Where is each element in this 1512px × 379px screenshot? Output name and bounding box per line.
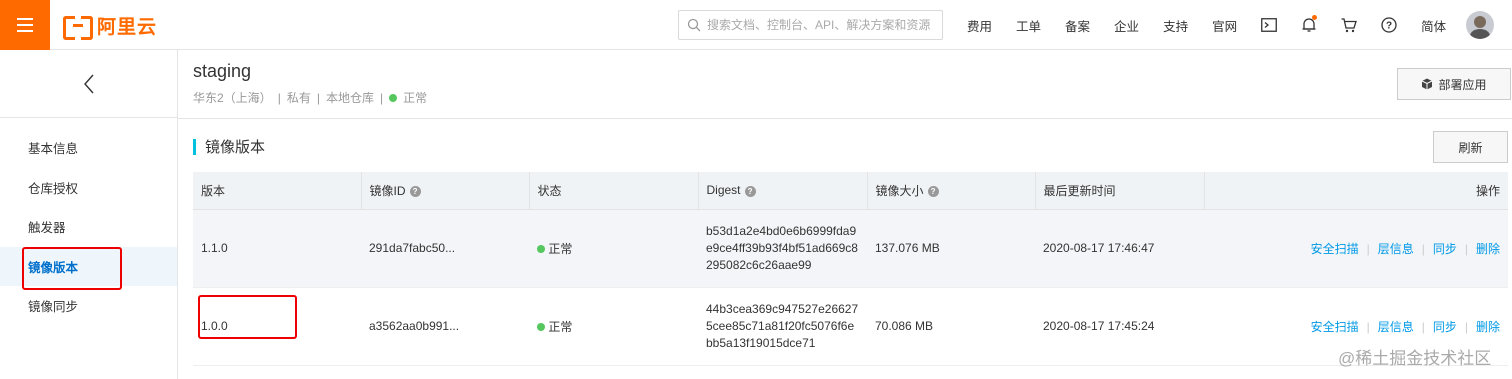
status-cell: 正常 [529,209,698,288]
search-icon [687,18,701,32]
top-navigation-bar: 阿里云 费用 工单 备案 企业 支持 官网 ? 简体 [0,0,1512,50]
nav-fees[interactable]: 费用 [955,16,1004,35]
version-cell: 1.0.0 [193,287,361,366]
page-title: staging [193,61,252,81]
notification-dot [1312,15,1318,20]
col-actions: 操作 [1204,172,1508,210]
actions-cell: 安全扫描 | 层信息 | 同步 | 删除 [1204,209,1508,288]
sidebar-item-image-versions[interactable]: 镜像版本 [0,246,177,289]
meta-divider: | [379,90,384,105]
table-header-row: 版本 镜像ID? 状态 Digest? 镜像大小? 最后更新时间 操作 [193,172,1508,210]
top-nav: 费用 工单 备案 企业 支持 官网 ? 简体 [955,0,1495,50]
image-versions-section: 镜像版本 刷新 [193,131,1512,163]
delete-link[interactable]: 删除 [1476,242,1500,256]
image-versions-table: 版本 镜像ID? 状态 Digest? 镜像大小? 最后更新时间 操作 1.1.… [193,172,1508,366]
col-image-id: 镜像ID? [361,172,530,210]
col-updated: 最后更新时间 [1035,172,1205,210]
nav-support[interactable]: 支持 [1151,16,1200,35]
repo-status: 正常 [403,91,428,105]
watermark: @稀土掘金技术社区 [1338,349,1492,368]
help-icon[interactable]: ? [1369,0,1409,50]
security-scan-link[interactable]: 安全扫描 [1311,320,1359,334]
nav-enterprise[interactable]: 企业 [1102,16,1151,35]
help-icon[interactable]: ? [744,185,756,197]
image-id-cell: a3562aa0b991... [361,287,529,366]
language-switch[interactable]: 简体 [1409,16,1458,35]
table-row: 1.0.0 a3562aa0b991... 正常 44b3cea369c9475… [193,287,1508,366]
col-status: 状态 [529,172,699,210]
help-icon[interactable]: ? [409,186,421,198]
status-dot [537,322,545,331]
meta-divider: | [277,90,281,105]
cube-icon [1422,78,1433,90]
col-version: 版本 [193,172,362,210]
section-title: 镜像版本 [193,131,1512,161]
digest-cell: b53d1a2e4bd0e6b6999fda9 e9ce4ff39b93f4bf5… [698,209,867,288]
help-icon[interactable]: ? [927,186,939,198]
chevron-left-icon [83,74,94,93]
repo-header: staging 华东2（上海） | 私有 | 本地仓库 | 正常 部署应用 [178,50,1512,119]
sidebar-item-basic-info[interactable]: 基本信息 [0,128,177,168]
nav-tickets[interactable]: 工单 [1004,16,1053,35]
sidebar-menu: 基本信息 仓库授权 触发器 镜像版本 镜像同步 [0,118,177,326]
updated-cell: 2020-08-17 17:46:47 [1035,209,1204,288]
sidebar-item-triggers[interactable]: 触发器 [0,207,177,247]
repo-meta: 华东2（上海） | 私有 | 本地仓库 | 正常 [193,89,427,106]
digest-cell: 44b3cea369c947527e26627 5cee85c71a81f20fc… [698,287,867,366]
sidebar-item-repo-authorization[interactable]: 仓库授权 [0,168,177,208]
meta-divider: | [316,90,320,105]
updated-cell: 2020-08-17 17:45:24 [1035,287,1204,366]
size-cell: 137.076 MB [867,209,1035,288]
search-box[interactable] [678,10,943,40]
size-cell: 70.086 MB [867,287,1035,366]
col-size: 镜像大小? [867,172,1036,210]
deploy-app-label: 部署应用 [1438,77,1487,92]
version-cell: 1.1.0 [193,209,361,288]
repo-visibility: 私有 [286,91,311,105]
sidebar: 基本信息 仓库授权 触发器 镜像版本 镜像同步 [0,50,178,379]
terminal-icon[interactable] [1249,0,1289,50]
hamburger-menu-icon[interactable] [0,0,50,50]
layer-info-link[interactable]: 层信息 [1378,242,1414,256]
status-cell: 正常 [529,287,698,366]
sidebar-item-image-sync[interactable]: 镜像同步 [0,286,177,326]
layer-info-link[interactable]: 层信息 [1378,320,1414,334]
nav-official-site[interactable]: 官网 [1200,16,1249,35]
col-digest: Digest? [698,172,868,210]
repo-source: 本地仓库 [325,91,374,105]
cart-icon[interactable] [1329,0,1369,50]
table-row: 1.1.0 291da7fabc50... 正常 b53d1a2e4bd0e6b… [193,209,1508,288]
aliyun-logo[interactable]: 阿里云 [63,13,158,40]
svg-text:?: ? [1386,21,1392,32]
search-input[interactable] [707,18,937,32]
status-dot [389,93,398,102]
logo-text: 阿里云 [97,16,158,38]
repo-region: 华东2（上海） [193,91,272,105]
deploy-app-button[interactable]: 部署应用 [1397,68,1511,100]
sync-link[interactable]: 同步 [1433,320,1457,334]
aliyun-logo-mark [63,16,93,40]
bell-icon[interactable] [1289,0,1329,50]
nav-icp-filing[interactable]: 备案 [1053,16,1102,35]
image-id-cell: 291da7fabc50... [361,209,529,288]
security-scan-link[interactable]: 安全扫描 [1311,242,1359,256]
sync-link[interactable]: 同步 [1433,242,1457,256]
back-button[interactable] [0,50,177,118]
delete-link[interactable]: 删除 [1476,320,1500,334]
user-avatar[interactable] [1466,11,1495,39]
refresh-button[interactable]: 刷新 [1433,131,1508,163]
status-dot [537,244,545,253]
